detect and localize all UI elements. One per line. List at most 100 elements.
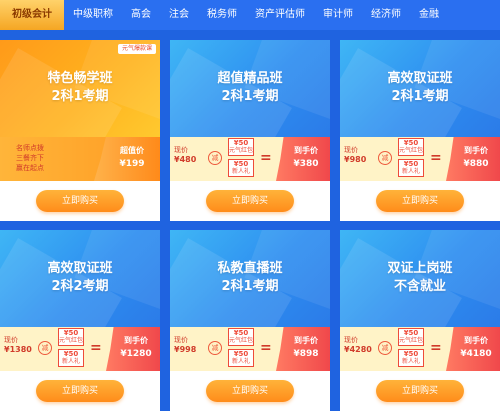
current-price-label: 现价 [174, 146, 188, 154]
tab-zichan-pinggushi[interactable]: 资产评估师 [246, 0, 314, 30]
coupon-label: 新人礼 [231, 358, 250, 365]
minus-badge: 减 [208, 151, 222, 165]
current-price-label: 现价 [344, 146, 358, 154]
current-price: 现价 ¥980 [344, 145, 374, 165]
final-price-tag: 到手价 ¥880 [446, 137, 500, 181]
equals-sign: = [90, 340, 102, 356]
equals-sign: = [430, 340, 442, 356]
coupon-amount: ¥50 [233, 160, 249, 168]
course-title-line2: 不含就业 [393, 279, 446, 294]
course-title: 私教直播班 2科1考期 [170, 260, 330, 296]
course-title-line1: 私教直播班 [217, 261, 283, 276]
course-card: 元气爆款课 特色畅学班 2科1考期 名师点拨 三餐齐下 赢在起点 超值价 ¥19… [0, 40, 160, 221]
course-title-line2: 2科1考期 [221, 279, 279, 294]
card-hero: 高效取证班 2科1考期 [340, 40, 500, 212]
coupon-label: 元气红包 [229, 147, 254, 154]
price-band: 现价 ¥998 减 ¥50 元气红包 ¥50 新人礼 = 到手价 ¥898 [170, 327, 330, 371]
coupon-amount: ¥50 [403, 139, 419, 147]
coupon-label: 新人礼 [401, 358, 420, 365]
price-band: 现价 ¥4280 减 ¥50 元气红包 ¥50 新人礼 = 到手价 ¥4180 [340, 327, 500, 371]
minus-badge: 减 [38, 341, 52, 355]
coupon-label: 新人礼 [401, 168, 420, 175]
final-price-label: 到手价 [464, 336, 488, 345]
card-hero: 双证上岗班 不含就业 [340, 230, 500, 402]
final-price: ¥199 [119, 159, 145, 169]
final-price-tag: 超值价 ¥199 [94, 137, 160, 181]
course-title-line2: 2科2考期 [51, 279, 109, 294]
buy-now-button[interactable]: 立即购买 [206, 380, 294, 402]
coupon-label: 元气红包 [229, 337, 254, 344]
coupon-label: 元气红包 [59, 337, 84, 344]
buy-now-button[interactable]: 立即购买 [206, 190, 294, 212]
final-price: ¥4180 [460, 349, 492, 359]
final-price: ¥380 [293, 159, 319, 169]
coupon-red-packet: ¥50 元气红包 [398, 328, 424, 346]
tab-chuji-kuaiji[interactable]: 初级会计 [0, 0, 64, 30]
course-title-line1: 双证上岗班 [387, 261, 453, 276]
equals-sign: = [260, 150, 272, 166]
price-band: 名师点拨 三餐齐下 赢在起点 超值价 ¥199 [0, 137, 160, 181]
final-price-label: 到手价 [124, 336, 148, 345]
coupon-amount: ¥50 [233, 329, 249, 337]
current-price-label: 现价 [4, 336, 18, 344]
current-price-value: ¥4280 [344, 345, 372, 354]
tab-shuiwushi[interactable]: 税务师 [198, 0, 246, 30]
coupon-red-packet: ¥50 元气红包 [228, 328, 254, 346]
tab-jingjishi[interactable]: 经济师 [362, 0, 410, 30]
course-title: 超值精品班 2科1考期 [170, 70, 330, 106]
feature-text: 名师点拨 三餐齐下 赢在起点 [16, 143, 44, 173]
course-title: 特色畅学班 2科1考期 [0, 70, 160, 106]
current-price: 现价 ¥480 [174, 145, 204, 165]
current-price-value: ¥980 [344, 155, 367, 164]
current-price-value: ¥1380 [4, 345, 32, 354]
current-price-value: ¥480 [174, 155, 197, 164]
coupon-amount: ¥50 [233, 139, 249, 147]
course-title: 高效取证班 2科2考期 [0, 260, 160, 296]
course-title-line2: 2科1考期 [391, 89, 449, 104]
final-price: ¥880 [463, 159, 489, 169]
tab-zhongji-zhicheng[interactable]: 中级职称 [64, 0, 122, 30]
final-price-label: 到手价 [464, 146, 488, 155]
course-title-line2: 2科1考期 [51, 89, 109, 104]
coupon-amount: ¥50 [403, 329, 419, 337]
course-card: 超值精品班 2科1考期 现价 ¥480 减 ¥50 元气红包 ¥50 新人礼 = 到… [170, 40, 330, 221]
coupon-newcomer: ¥50 新人礼 [398, 349, 424, 367]
buy-now-button[interactable]: 立即购买 [376, 380, 464, 402]
course-title-line1: 高效取证班 [47, 261, 113, 276]
tab-gaohui[interactable]: 高会 [122, 0, 160, 30]
minus-badge: 减 [378, 341, 392, 355]
tab-zhuhui[interactable]: 注会 [160, 0, 198, 30]
tab-shenjishi[interactable]: 审计师 [314, 0, 362, 30]
card-hero: 高效取证班 2科2考期 [0, 230, 160, 402]
tab-jinrong[interactable]: 金融 [410, 0, 448, 30]
course-card: 高效取证班 2科2考期 现价 ¥1380 减 ¥50 元气红包 ¥50 新人礼 = … [0, 230, 160, 411]
current-price: 现价 ¥998 [174, 335, 204, 355]
coupon-amount: ¥50 [403, 350, 419, 358]
current-price: 现价 ¥4280 [344, 335, 374, 355]
hot-badge: 元气爆款课 [117, 44, 156, 54]
buy-now-button[interactable]: 立即购买 [36, 380, 124, 402]
price-band: 现价 ¥1380 减 ¥50 元气红包 ¥50 新人礼 = 到手价 ¥1280 [0, 327, 160, 371]
buy-now-button[interactable]: 立即购买 [376, 190, 464, 212]
current-price-value: ¥998 [174, 345, 197, 354]
feature-line: 三餐齐下 [16, 154, 44, 162]
coupon-amount: ¥50 [233, 350, 249, 358]
coupon-newcomer: ¥50 新人礼 [58, 349, 84, 367]
course-title: 高效取证班 2科1考期 [340, 70, 500, 106]
equals-sign: = [260, 340, 272, 356]
coupon-label: 新人礼 [61, 358, 80, 365]
course-card: 高效取证班 2科1考期 现价 ¥980 减 ¥50 元气红包 ¥50 新人礼 = 到… [340, 40, 500, 221]
final-price-tag: 到手价 ¥380 [276, 137, 330, 181]
buy-now-button[interactable]: 立即购买 [36, 190, 124, 212]
course-title-line2: 2科1考期 [221, 89, 279, 104]
course-title-line1: 高效取证班 [387, 71, 453, 86]
course-tab-bar: 初级会计 中级职称 高会 注会 税务师 资产评估师 审计师 经济师 金融 [0, 0, 500, 30]
coupon-red-packet: ¥50 元气红包 [58, 328, 84, 346]
minus-badge: 减 [378, 151, 392, 165]
course-grid: 元气爆款课 特色畅学班 2科1考期 名师点拨 三餐齐下 赢在起点 超值价 ¥19… [0, 40, 500, 411]
coupon-newcomer: ¥50 新人礼 [228, 159, 254, 177]
coupon-label: 元气红包 [399, 147, 424, 154]
final-price-label: 到手价 [294, 336, 318, 345]
course-title: 双证上岗班 不含就业 [340, 260, 500, 296]
coupon-red-packet: ¥50 元气红包 [228, 138, 254, 156]
